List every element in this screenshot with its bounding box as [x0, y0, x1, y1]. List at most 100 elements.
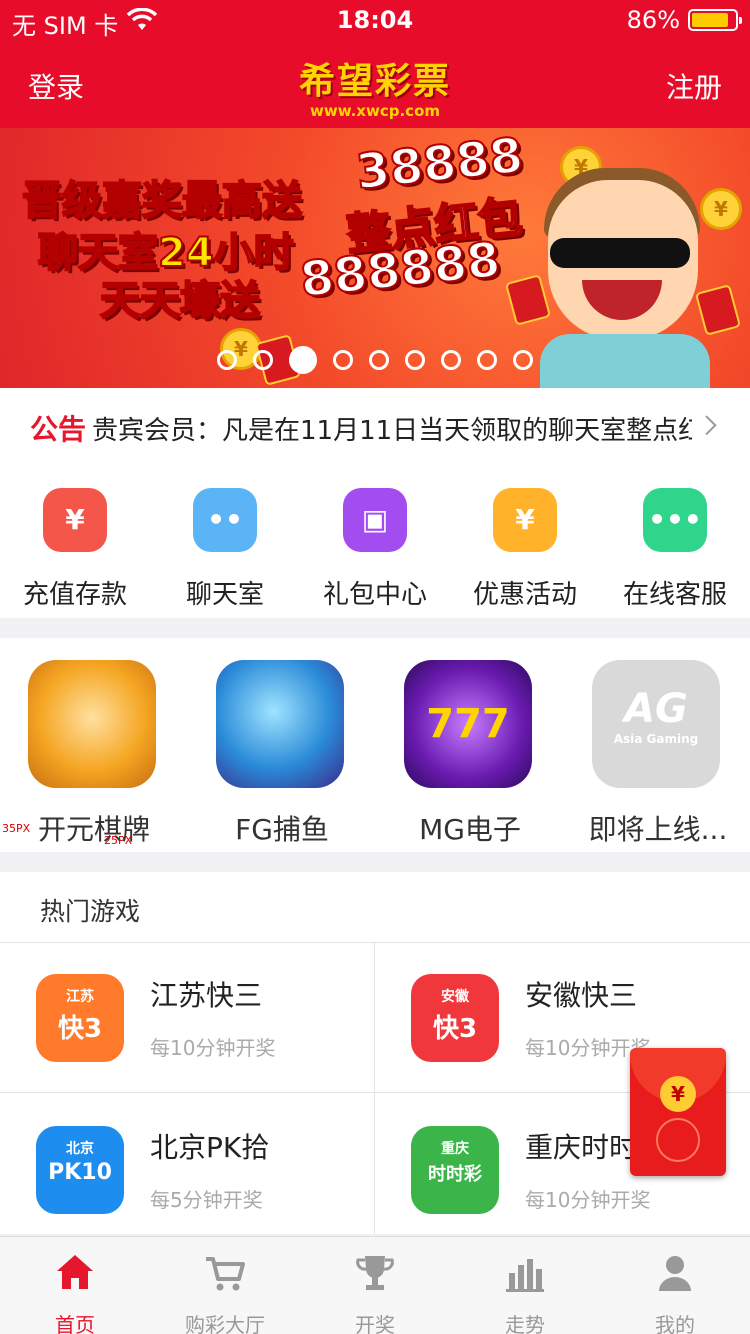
chat-bubble-icon: ••• — [643, 488, 707, 552]
seal-icon — [656, 1118, 700, 1162]
quick-action-label: 优惠活动 — [472, 580, 577, 610]
tab-label: 走势 — [505, 1313, 545, 1334]
tab-label: 购彩大厅 — [185, 1313, 265, 1334]
platform-ag-coming-soon[interactable]: AG Asia Gaming 即将上线... — [564, 650, 750, 850]
carousel-dot[interactable] — [477, 350, 497, 370]
announcement-text: 贵宾会员：凡是在11月11日当天领取的聊天室整点红包 — [92, 416, 692, 446]
game-schedule: 每10分钟开奖 — [525, 1188, 651, 1212]
yuan-coin-icon: ¥ — [660, 1076, 696, 1112]
game-platforms: 开元棋牌 FG捕鱼 777 MG电子 AG Asia Gaming 即将上线..… — [0, 638, 750, 852]
quick-action-label: 礼包中心 — [322, 580, 427, 610]
carousel-dot[interactable] — [441, 350, 461, 370]
carousel-dot[interactable] — [513, 350, 533, 370]
icon-main: 快3 — [57, 1014, 103, 1044]
battery-percent: 86% — [626, 6, 680, 34]
quick-action-recharge[interactable]: ¥ 充值存款 — [0, 464, 150, 618]
anhui-k3-icon: 安徽 快3 — [411, 974, 499, 1062]
logo-name: 希望彩票 — [298, 61, 451, 102]
bottom-tab-bar: 首页 购彩大厅 开奖 走势 我的 — [0, 1236, 750, 1334]
carousel-dot[interactable] — [289, 346, 317, 374]
measure-label: 25PX — [104, 834, 133, 847]
platform-kaiyuan[interactable]: 开元棋牌 — [0, 650, 188, 850]
game-name: 安徽快三 — [525, 979, 638, 1012]
announcement-label: 公告 — [30, 413, 87, 446]
carousel-dot[interactable] — [217, 350, 237, 370]
bar-chart-icon — [506, 1259, 544, 1292]
money-bag-icon: ¥ — [43, 488, 107, 552]
ticket-icon: ¥ — [493, 488, 557, 552]
red-envelope-icon — [504, 274, 552, 326]
cart-icon — [206, 1257, 245, 1291]
floating-red-envelope-button[interactable]: ¥ — [630, 1048, 726, 1176]
section-title: 热门游戏 — [40, 897, 141, 926]
quick-action-promotions[interactable]: ¥ 优惠活动 — [450, 464, 600, 618]
carousel-dot[interactable] — [253, 350, 273, 370]
slot-machine-777-icon: 777 — [404, 660, 532, 788]
quick-action-label: 在线客服 — [622, 580, 727, 610]
ag-asia-gaming-icon: AG Asia Gaming — [592, 660, 720, 788]
red-envelope-icon — [694, 284, 742, 336]
ag-logo-text: AG — [624, 686, 688, 732]
status-bar: 无 SIM 卡 18:04 86% — [0, 0, 750, 40]
tab-label: 我的 — [655, 1313, 695, 1334]
carousel-dot[interactable] — [405, 350, 425, 370]
chevron-right-icon[interactable] — [696, 415, 717, 436]
icon-region: 江苏 — [66, 989, 94, 1005]
quick-action-label: 聊天室 — [185, 580, 264, 610]
app-logo: 希望彩票 www.xwcp.com — [0, 52, 750, 120]
bull-cards-icon — [28, 660, 156, 788]
user-icon — [659, 1256, 691, 1291]
quick-action-label: 充值存款 — [22, 580, 127, 610]
icon-main: PK10 — [48, 1160, 112, 1185]
icon-region: 重庆 — [441, 1141, 469, 1157]
tab-trends[interactable]: 走势 — [450, 1237, 600, 1334]
carousel-dot[interactable] — [369, 350, 389, 370]
carousel-dots — [0, 346, 750, 374]
tab-home[interactable]: 首页 — [0, 1237, 150, 1334]
game-jiangsu-k3[interactable]: 江苏 快3 江苏快三 每10分钟开奖 — [0, 942, 374, 1092]
tab-results[interactable]: 开奖 — [300, 1237, 450, 1334]
game-schedule: 每5分钟开奖 — [150, 1188, 263, 1212]
announcement-bar[interactable]: 公告 贵宾会员：凡是在11月11日当天领取的聊天室整点红包 — [0, 388, 750, 464]
platform-label: 即将上线... — [588, 813, 728, 846]
game-beijing-pk10[interactable]: 北京 PK10 北京PK拾 每5分钟开奖 — [0, 1094, 374, 1244]
jiangsu-k3-icon: 江苏 快3 — [36, 974, 124, 1062]
ag-logo-sub: Asia Gaming — [613, 732, 699, 746]
carousel-dot[interactable] — [333, 350, 353, 370]
tab-label: 首页 — [55, 1313, 95, 1334]
quick-action-gift[interactable]: ▣ 礼包中心 — [300, 464, 450, 618]
quick-actions: ¥ 充值存款 •• 聊天室 ▣ 礼包中心 ¥ 优惠活动 ••• 在线客服 — [0, 464, 750, 618]
wechat-icon: •• — [193, 488, 257, 552]
mascot-sunglasses — [550, 238, 690, 268]
coin-icon: ¥ — [700, 188, 742, 230]
tab-label: 开奖 — [355, 1313, 395, 1334]
game-name: 北京PK拾 — [150, 1131, 270, 1164]
register-button[interactable]: 注册 — [666, 66, 722, 106]
tab-lottery-hall[interactable]: 购彩大厅 — [150, 1237, 300, 1334]
platform-fg-fishing[interactable]: FG捕鱼 — [188, 650, 376, 850]
measure-label: 35PX — [2, 822, 31, 835]
platform-mg-slots[interactable]: 777 MG电子 — [376, 650, 564, 850]
banner-amount-3: 888888 — [297, 231, 504, 310]
game-name: 江苏快三 — [150, 979, 263, 1012]
icon-main: 快3 — [432, 1014, 478, 1044]
platform-label: MG电子 — [419, 813, 521, 846]
chongqing-ssc-icon: 重庆 时时彩 — [411, 1126, 499, 1214]
banner-line-1: 晋级嘉奖最高送 — [21, 177, 303, 225]
top-bar: 无 SIM 卡 18:04 86% 登录 希望彩票 www.xwcp.com 注… — [0, 0, 750, 128]
icon-region: 北京 — [66, 1141, 94, 1157]
logo-url: www.xwcp.com — [310, 102, 440, 120]
banner-line-3: 天天壕送 — [99, 277, 261, 325]
home-icon — [57, 1255, 93, 1289]
shark-fishing-icon — [216, 660, 344, 788]
battery-icon — [688, 9, 742, 31]
icon-region: 安徽 — [441, 989, 469, 1005]
quick-action-support[interactable]: ••• 在线客服 — [600, 464, 750, 618]
battery-nub — [739, 17, 742, 24]
tab-profile[interactable]: 我的 — [600, 1237, 750, 1334]
platform-label: FG捕鱼 — [235, 813, 329, 846]
promo-banner[interactable]: ¥ ¥ ¥ 晋级嘉奖最高送 38888 聊天室24小时 整点红包 天天壕送 88… — [0, 128, 750, 388]
trophy-icon — [356, 1256, 394, 1290]
beijing-pk10-icon: 北京 PK10 — [36, 1126, 124, 1214]
quick-action-chat[interactable]: •• 聊天室 — [150, 464, 300, 618]
